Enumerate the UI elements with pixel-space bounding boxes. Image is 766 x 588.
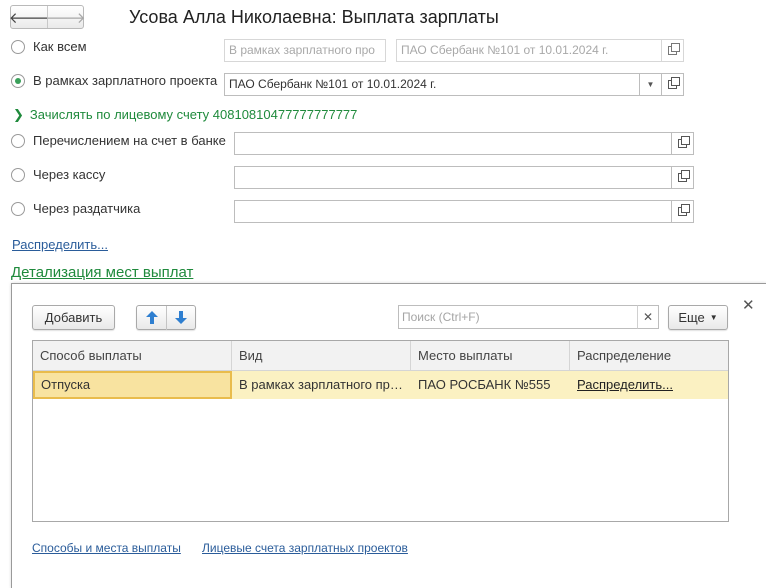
cell-kind[interactable]: В рамках зарплатного проекта	[232, 371, 411, 399]
radio-bank-transfer[interactable]: Перечислением на счет в банке	[11, 133, 226, 148]
salary-project-field[interactable]: ПАО Сбербанк №101 от 10.01.2024 г.	[224, 73, 640, 96]
move-buttons	[136, 305, 196, 330]
details-panel: ✕ Добавить Поиск (Ctrl+F) ✕ Еще ▼ Способ…	[11, 283, 766, 588]
open-form-icon	[668, 77, 680, 89]
chevron-down-icon: ▼	[709, 313, 718, 322]
radio-cash-desk-label: Через кассу	[33, 167, 106, 182]
distribute-link[interactable]: Распределить...	[12, 237, 108, 252]
column-header-method[interactable]: Способ выплаты	[33, 341, 232, 370]
distributor-open-button[interactable]	[672, 200, 694, 223]
clear-icon: ✕	[642, 310, 654, 324]
move-up-button[interactable]	[137, 306, 166, 330]
forward-arrow-icon[interactable]: 🡒	[45, 6, 86, 28]
chevron-down-icon: ▼	[646, 80, 655, 89]
radio-button-icon[interactable]	[11, 167, 25, 182]
distribute-row-link[interactable]: Распределить...	[577, 377, 673, 392]
like-all-project-field: ПАО Сбербанк №101 от 10.01.2024 г.	[396, 39, 662, 62]
page-title: Усова Алла Николаевна: Выплата зарплаты	[129, 7, 499, 27]
move-down-button[interactable]	[166, 305, 195, 330]
payment-places-table: Способ выплаты Вид Место выплаты Распред…	[32, 340, 729, 522]
navigation-buttons: 🡐 🡒	[9, 5, 86, 29]
bank-transfer-open-button[interactable]	[672, 132, 694, 155]
add-button[interactable]: Добавить	[32, 305, 115, 330]
like-all-open-button	[662, 39, 684, 62]
open-form-icon	[668, 43, 680, 55]
arrow-down-icon	[175, 311, 187, 324]
search-clear-button[interactable]: ✕	[637, 305, 659, 329]
salary-project-open-button[interactable]	[662, 73, 684, 96]
search-input[interactable]: Поиск (Ctrl+F)	[398, 305, 638, 329]
table-row[interactable]: Отпуска В рамках зарплатного проекта ПАО…	[33, 371, 728, 399]
open-form-icon	[678, 204, 690, 216]
payment-methods-link[interactable]: Способы и места выплаты	[32, 541, 181, 555]
cell-place[interactable]: ПАО РОСБАНК №555	[411, 371, 570, 399]
radio-distributor[interactable]: Через раздатчика	[11, 201, 140, 216]
more-button-label: Еще	[678, 310, 705, 325]
column-header-kind[interactable]: Вид	[232, 341, 411, 370]
personal-account-label: Зачислять по лицевому счету 408108104777…	[29, 107, 358, 122]
radio-salary-project[interactable]: В рамках зарплатного проекта	[11, 73, 217, 88]
open-form-icon	[678, 170, 690, 182]
chevron-right-icon: ❯	[13, 107, 24, 122]
cash-desk-open-button[interactable]	[672, 166, 694, 189]
salary-accounts-link[interactable]: Лицевые счета зарплатных проектов	[202, 541, 408, 555]
salary-project-dropdown[interactable]: ▼	[640, 73, 662, 96]
column-header-distribution[interactable]: Распределение	[570, 341, 728, 370]
radio-button-icon[interactable]	[11, 73, 25, 88]
close-icon[interactable]: ✕	[742, 296, 755, 314]
table-header: Способ выплаты Вид Место выплаты Распред…	[33, 341, 728, 371]
details-group-title[interactable]: Детализация мест выплат	[11, 264, 193, 281]
radio-cash-desk[interactable]: Через кассу	[11, 167, 105, 182]
column-header-place[interactable]: Место выплаты	[411, 341, 570, 370]
back-arrow-icon[interactable]: 🡐	[9, 6, 49, 28]
cash-desk-field[interactable]	[234, 166, 672, 189]
radio-like-all[interactable]: Как всем	[11, 39, 87, 54]
radio-salary-project-label: В рамках зарплатного проекта	[33, 73, 218, 88]
open-form-icon	[678, 136, 690, 148]
radio-bank-transfer-label: Перечислением на счет в банке	[33, 133, 226, 148]
radio-button-icon[interactable]	[11, 201, 25, 216]
arrow-up-icon	[145, 311, 158, 324]
radio-button-icon[interactable]	[11, 39, 25, 54]
radio-like-all-label: Как всем	[33, 39, 87, 54]
more-button[interactable]: Еще ▼	[668, 305, 728, 330]
radio-distributor-label: Через раздатчика	[33, 201, 141, 216]
cell-distribution[interactable]: Распределить...	[570, 371, 728, 399]
radio-button-icon[interactable]	[11, 133, 25, 148]
personal-account-link[interactable]: ❯ Зачислять по лицевому счету 40810810477…	[13, 107, 357, 123]
distributor-field[interactable]	[234, 200, 672, 223]
like-all-kind-field: В рамках зарплатного про	[224, 39, 386, 62]
bank-transfer-field[interactable]	[234, 132, 672, 155]
cell-method[interactable]: Отпуска	[33, 371, 232, 399]
